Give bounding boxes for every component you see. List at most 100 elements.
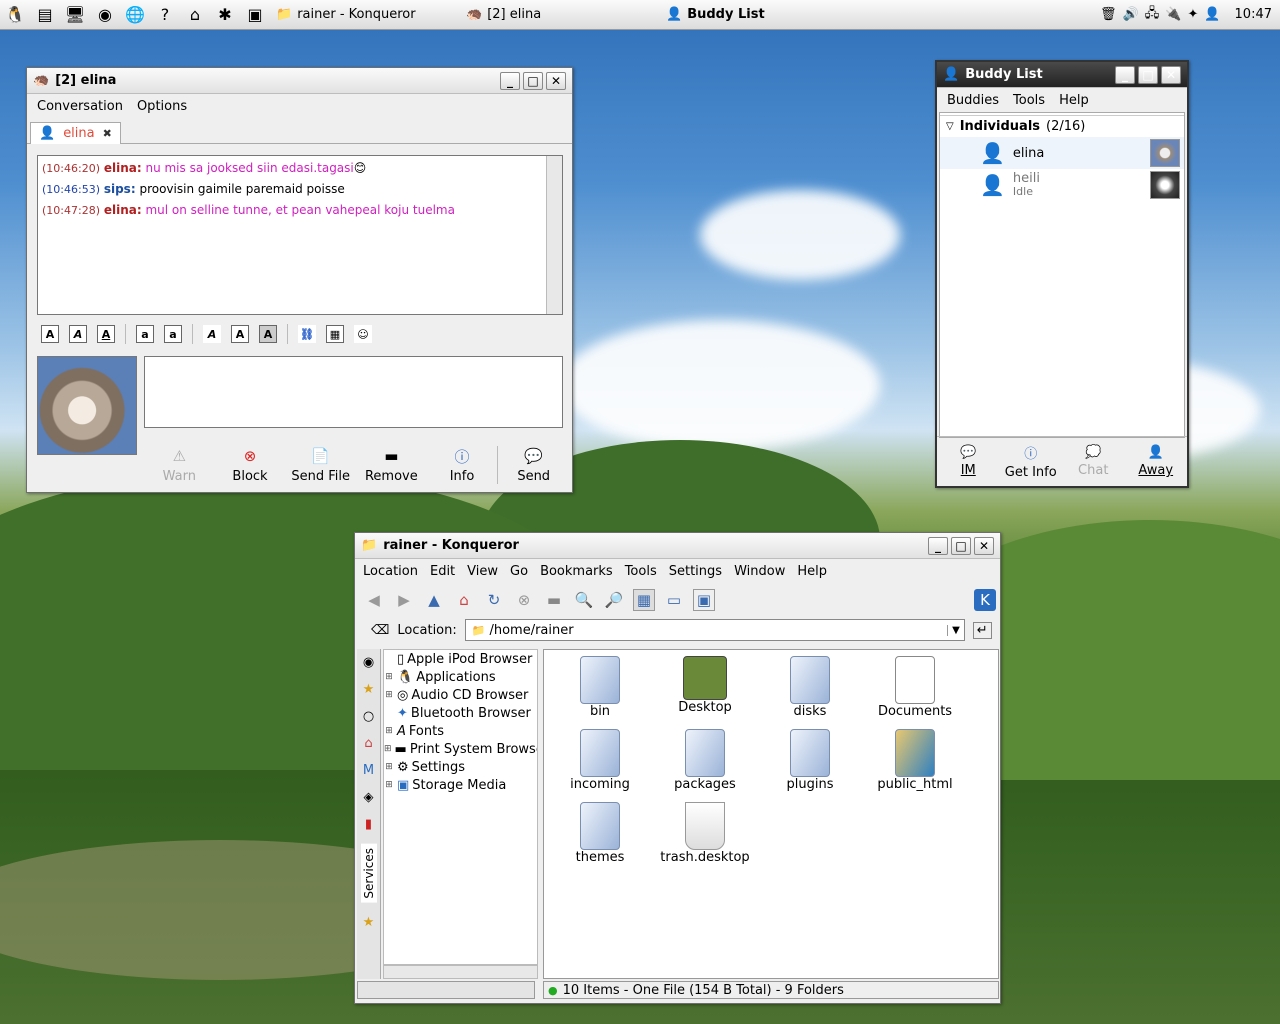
tree-item[interactable]: ⊞ ⚙ Settings (384, 758, 537, 776)
maximize-button[interactable]: □ (1138, 65, 1158, 84)
list-view-icon[interactable]: ▭ (663, 589, 685, 611)
clear-location-icon[interactable]: ⌫ (371, 623, 389, 638)
bookmarks-icon[interactable]: ★ (363, 682, 375, 697)
menu-options[interactable]: Options (137, 99, 187, 114)
image-icon[interactable]: ▦ (326, 325, 344, 343)
tree-item[interactable]: ⊞ 🐧 Applications (384, 668, 537, 686)
underline-icon[interactable]: A (97, 325, 115, 343)
buddy-row-elina[interactable]: 👤 elina (940, 137, 1184, 169)
media-icon[interactable]: M (363, 763, 374, 778)
chat-button[interactable]: 💭 Chat (1062, 437, 1125, 486)
plug-icon[interactable]: 🔌 (1165, 7, 1181, 22)
minimize-button[interactable]: _ (1115, 65, 1135, 84)
history-icon[interactable]: ○ (363, 709, 374, 724)
menu-help[interactable]: Help (1059, 93, 1089, 108)
menu-tools[interactable]: Tools (625, 564, 657, 579)
send-file-button[interactable]: 📄 Send File (285, 446, 356, 484)
menu-view[interactable]: View (467, 564, 498, 579)
root-folder-icon[interactable]: ▮ (365, 817, 372, 832)
im-button[interactable]: 💬 IM (937, 437, 1000, 486)
tree-item[interactable]: ⊞ ◎ Audio CD Browser (384, 686, 537, 704)
zoom-out-icon[interactable]: 🔎 (603, 589, 625, 611)
minimize-button[interactable]: _ (928, 536, 948, 555)
tree-item[interactable]: ▯ Apple iPod Browser (384, 650, 537, 668)
tree-item[interactable]: ⊞ A Fonts (384, 722, 537, 740)
help-icon[interactable]: ? (154, 4, 176, 26)
volume-icon[interactable]: 🔊 (1123, 7, 1139, 22)
menu-settings[interactable]: Settings (669, 564, 722, 579)
network-icon[interactable]: 🖧 (1145, 4, 1160, 26)
expand-icon[interactable]: ⊞ (384, 762, 394, 772)
tree-item[interactable]: ✦ Bluetooth Browser (384, 704, 537, 722)
menu-window[interactable]: Window (734, 564, 785, 579)
file-item[interactable]: Documents (865, 656, 965, 719)
shrink-font-icon[interactable]: a (164, 325, 182, 343)
home-icon[interactable]: ⌂ (184, 4, 206, 26)
message-input[interactable] (144, 356, 563, 428)
menu-help[interactable]: Help (797, 564, 827, 579)
bold-icon[interactable]: A (41, 325, 59, 343)
home-folder-icon[interactable]: ⌂ (364, 736, 372, 751)
dropdown-arrow-icon[interactable]: ▼ (947, 624, 964, 636)
expand-icon[interactable]: ⊞ (384, 726, 394, 736)
bluetooth-icon[interactable]: ✦ (1187, 7, 1198, 22)
menu-tools[interactable]: Tools (1013, 93, 1045, 108)
go-icon[interactable]: ↵ (972, 621, 992, 639)
collapse-triangle-icon[interactable]: ▽ (946, 121, 954, 132)
chat-titlebar[interactable]: 🦔 [2] elina _ □ ✕ (27, 68, 572, 94)
file-item[interactable]: incoming (550, 729, 650, 792)
tab-elina[interactable]: 👤 elina ✖ (30, 122, 121, 144)
close-button[interactable]: ✕ (1161, 65, 1181, 84)
menu-edit[interactable]: Edit (430, 564, 455, 579)
buddy-titlebar[interactable]: 👤 Buddy List _ □ ✕ (937, 62, 1187, 88)
expand-icon[interactable]: ⊞ (384, 780, 394, 790)
task-konqueror[interactable]: 📁 rainer - Konqueror (270, 2, 460, 28)
kmenu-icon[interactable]: 🐧 (4, 4, 26, 26)
konqueror-titlebar[interactable]: 📁 rainer - Konqueror _ □ ✕ (355, 533, 1000, 559)
group-individuals[interactable]: ▽ Individuals (2/16) (940, 115, 1184, 137)
info-button[interactable]: ⓘ Info (427, 446, 498, 485)
file-item[interactable]: trash.desktop (655, 802, 755, 865)
menu-buddies[interactable]: Buddies (947, 93, 999, 108)
block-button[interactable]: ⊗ Block (215, 446, 286, 484)
task-chat[interactable]: 🦔 [2] elina (460, 2, 660, 28)
buddy-row-heili[interactable]: 👤 heili Idle (940, 169, 1184, 201)
browser-icon[interactable]: 🌐 (124, 4, 146, 26)
menu-location[interactable]: Location (363, 564, 418, 579)
close-tab-icon[interactable]: ✖ (103, 127, 112, 140)
log-scrollbar[interactable] (546, 156, 562, 314)
back-icon[interactable]: ◀ (363, 589, 385, 611)
conversation-log[interactable]: (10:46:20) elina: nu mis sa jooksed siin… (37, 155, 563, 315)
link-icon[interactable]: ⛓ (298, 325, 316, 343)
remove-button[interactable]: ▬ Remove (356, 446, 427, 484)
print-icon[interactable]: ▬ (543, 589, 565, 611)
expand-icon[interactable]: ⊞ (384, 744, 392, 754)
tree-item[interactable]: ⊞ ▣ Storage Media (384, 776, 537, 794)
up-icon[interactable]: ▲ (423, 589, 445, 611)
task-buddy-list[interactable]: 👤 Buddy List (660, 2, 860, 28)
italic-icon[interactable]: A (69, 325, 87, 343)
smiley-icon[interactable]: ☺ (354, 325, 372, 343)
warn-button[interactable]: ⚠ Warn (144, 446, 215, 484)
icon-view-icon[interactable]: ▦ (633, 589, 655, 611)
preview-icon[interactable]: ▣ (693, 589, 715, 611)
reload-icon[interactable]: ↻ (483, 589, 505, 611)
expand-icon[interactable]: ⊞ (384, 690, 394, 700)
menu-bookmarks[interactable]: Bookmarks (540, 564, 613, 579)
close-button[interactable]: ✕ (974, 536, 994, 555)
trash-icon[interactable]: 🗑 (1100, 7, 1117, 22)
tree-hscrollbar[interactable] (383, 965, 538, 979)
network-icon[interactable]: ◉ (363, 655, 374, 670)
bg-color-icon[interactable]: A (259, 325, 277, 343)
get-info-button[interactable]: ⓘ Get Info (1000, 437, 1063, 486)
desktop-icon[interactable]: ▤ (34, 4, 56, 26)
file-item[interactable]: disks (760, 656, 860, 719)
clock[interactable]: 10:47 (1235, 7, 1272, 22)
expand-icon[interactable]: ⊞ (384, 672, 394, 682)
file-item[interactable]: plugins (760, 729, 860, 792)
star-icon[interactable]: ★ (363, 915, 375, 930)
kde-icon[interactable]: ✱ (214, 4, 236, 26)
file-icon-view[interactable]: bin Desktop disks Documents incoming pac… (543, 649, 999, 979)
menu-go[interactable]: Go (510, 564, 528, 579)
stop-icon[interactable]: ⊗ (513, 589, 535, 611)
